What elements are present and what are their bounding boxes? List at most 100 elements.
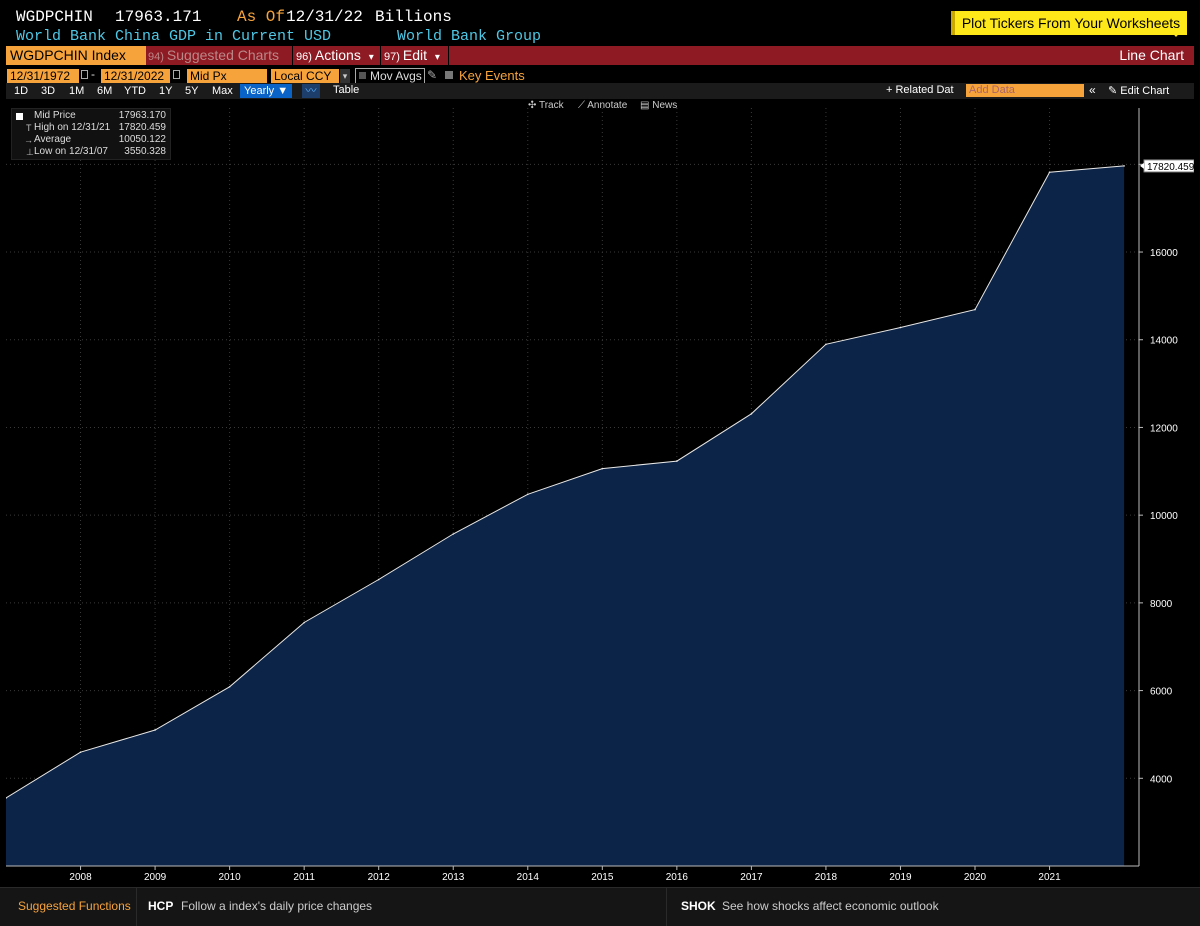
chevron-down-icon[interactable]: ▾ xyxy=(340,69,350,83)
x-tick-label: 2018 xyxy=(815,872,838,883)
area-fill xyxy=(6,165,1125,866)
plot-tickers-button[interactable]: Plot Tickers From Your Worksheets xyxy=(951,11,1187,35)
data-point xyxy=(303,621,305,624)
legend-value: 17963.170 xyxy=(118,110,166,121)
mov-avgs-toggle[interactable]: Mov Avgs xyxy=(355,68,425,84)
toolbar-divider xyxy=(380,46,381,65)
y-tick-label: 10000 xyxy=(1150,511,1178,522)
data-point xyxy=(1123,165,1125,167)
toolbar-divider xyxy=(448,46,449,65)
x-tick-label: 2010 xyxy=(218,872,241,883)
key-events-label[interactable]: Key Events xyxy=(459,68,525,83)
high-icon: T xyxy=(26,123,32,133)
x-tick-label: 2015 xyxy=(591,872,614,883)
source-text: World Bank Group xyxy=(397,28,542,45)
legend-value: 10050.122 xyxy=(118,134,166,145)
end-date-field[interactable]: 12/31/2022 xyxy=(101,69,170,83)
edit-button[interactable]: 97) Edit ▾ xyxy=(384,46,440,65)
price-type-field[interactable]: Mid Px xyxy=(187,69,267,83)
x-tick-label: 2019 xyxy=(889,872,912,883)
date-range-dash: - xyxy=(91,67,95,81)
actions-button[interactable]: 96) Actions ▾ xyxy=(296,46,374,65)
period-6m[interactable]: 6M xyxy=(97,84,112,98)
actions-num: 96) xyxy=(296,51,312,63)
currency-field[interactable]: Local CCY xyxy=(271,69,339,83)
actions-label: Actions xyxy=(314,47,361,63)
period-1d[interactable]: 1D xyxy=(14,84,28,98)
chart-type-label: Line Chart xyxy=(1119,47,1184,63)
last-value: 17963.171 xyxy=(115,8,202,26)
x-tick-label: 2021 xyxy=(1038,872,1061,883)
data-point xyxy=(750,413,753,415)
security-field[interactable]: WGDPCHIN Index xyxy=(6,46,146,65)
dropdown-arrow-icon[interactable] xyxy=(1168,28,1184,37)
data-point xyxy=(974,308,976,311)
toolbar: WGDPCHIN Index 94) Suggested Charts 96) Ac… xyxy=(6,46,1194,65)
period-1y[interactable]: 1Y xyxy=(159,84,172,98)
chevron-down-icon: ▾ xyxy=(368,52,374,63)
function-code-shok[interactable]: SHOK xyxy=(681,899,716,913)
y-tick-label: 16000 xyxy=(1150,248,1178,259)
data-point xyxy=(154,729,156,731)
x-tick-label: 2016 xyxy=(666,872,689,883)
table-button[interactable]: Table xyxy=(333,84,359,96)
calendar-icon[interactable] xyxy=(173,70,180,79)
annotate-button[interactable]: ⟋ Annotate xyxy=(578,100,627,111)
data-point xyxy=(79,751,82,754)
data-point xyxy=(899,326,902,329)
function-code-hcp[interactable]: HCP xyxy=(148,899,173,913)
period-3d[interactable]: 3D xyxy=(41,84,55,98)
edit-chart-button[interactable]: ✎ Edit Chart xyxy=(1108,84,1169,97)
track-button[interactable]: ✣ Track xyxy=(528,100,564,111)
x-tick-label: 2012 xyxy=(368,872,391,883)
suggested-functions-label[interactable]: Suggested Functions xyxy=(18,899,131,913)
pencil-icon[interactable]: ✎ xyxy=(427,68,437,82)
line-chart[interactable]: 4000600080001000012000140001600018000200… xyxy=(6,100,1194,884)
checkbox-icon[interactable] xyxy=(359,72,366,79)
key-events-checkbox[interactable] xyxy=(445,71,453,79)
chart-area[interactable]: 4000600080001000012000140001600018000200… xyxy=(6,100,1194,884)
average-icon: → xyxy=(24,135,33,145)
start-date-field[interactable]: 12/31/1972 xyxy=(7,69,79,83)
suggested-num: 94) xyxy=(148,51,164,63)
x-tick-label: 2011 xyxy=(293,872,315,883)
legend-row-mid-price: Mid Price 17963.170 xyxy=(12,110,170,122)
as-of-label: As Of xyxy=(237,8,286,26)
period-1m[interactable]: 1M xyxy=(69,84,84,98)
collapse-icon[interactable]: « xyxy=(1089,83,1096,97)
line-chart-icon[interactable]: 〰 xyxy=(302,84,320,98)
calendar-icon[interactable] xyxy=(81,70,88,79)
news-button[interactable]: ▤ News xyxy=(640,100,677,111)
data-point xyxy=(1048,171,1051,173)
footer-divider xyxy=(136,888,137,926)
legend-row-average: → Average 10050.122 xyxy=(12,134,170,146)
legend-label: Mid Price xyxy=(34,110,76,121)
period-max[interactable]: Max xyxy=(212,84,233,98)
x-tick-label: 2014 xyxy=(517,872,540,883)
function-desc-hcp[interactable]: Follow a index's daily price changes xyxy=(181,899,372,913)
y-tick-label: 4000 xyxy=(1150,774,1173,785)
data-point xyxy=(228,685,231,688)
mov-avgs-label: Mov Avgs xyxy=(370,69,422,83)
legend-row-low: ⊥ Low on 12/31/07 3550.328 xyxy=(12,146,170,158)
legend-panel: Mid Price 17963.170 T High on 12/31/21 1… xyxy=(11,108,171,160)
y-tick-label: 12000 xyxy=(1150,423,1178,434)
ticker-symbol: WGDPCHIN xyxy=(16,8,93,26)
as-of-date: 12/31/22 xyxy=(286,8,363,26)
period-ytd[interactable]: YTD xyxy=(124,84,146,98)
x-tick-label: 2013 xyxy=(442,872,465,883)
function-desc-shok[interactable]: See how shocks affect economic outlook xyxy=(722,899,939,913)
edit-num: 97) xyxy=(384,51,400,63)
legend-label: Average xyxy=(34,134,72,145)
data-point xyxy=(452,533,455,535)
period-5y[interactable]: 5Y xyxy=(185,84,198,98)
related-data-button[interactable]: + Related Dat xyxy=(886,84,954,96)
frequency-dropdown[interactable]: Yearly ▼ xyxy=(240,84,293,98)
y-tick-label: 6000 xyxy=(1150,687,1173,698)
units-label: Billions xyxy=(375,8,452,26)
suggested-charts-button[interactable]: 94) Suggested Charts xyxy=(148,46,279,65)
x-tick-label: 2020 xyxy=(964,872,987,883)
add-data-input[interactable]: Add Data xyxy=(966,84,1084,97)
data-point xyxy=(526,493,529,496)
x-tick-label: 2008 xyxy=(69,872,92,883)
